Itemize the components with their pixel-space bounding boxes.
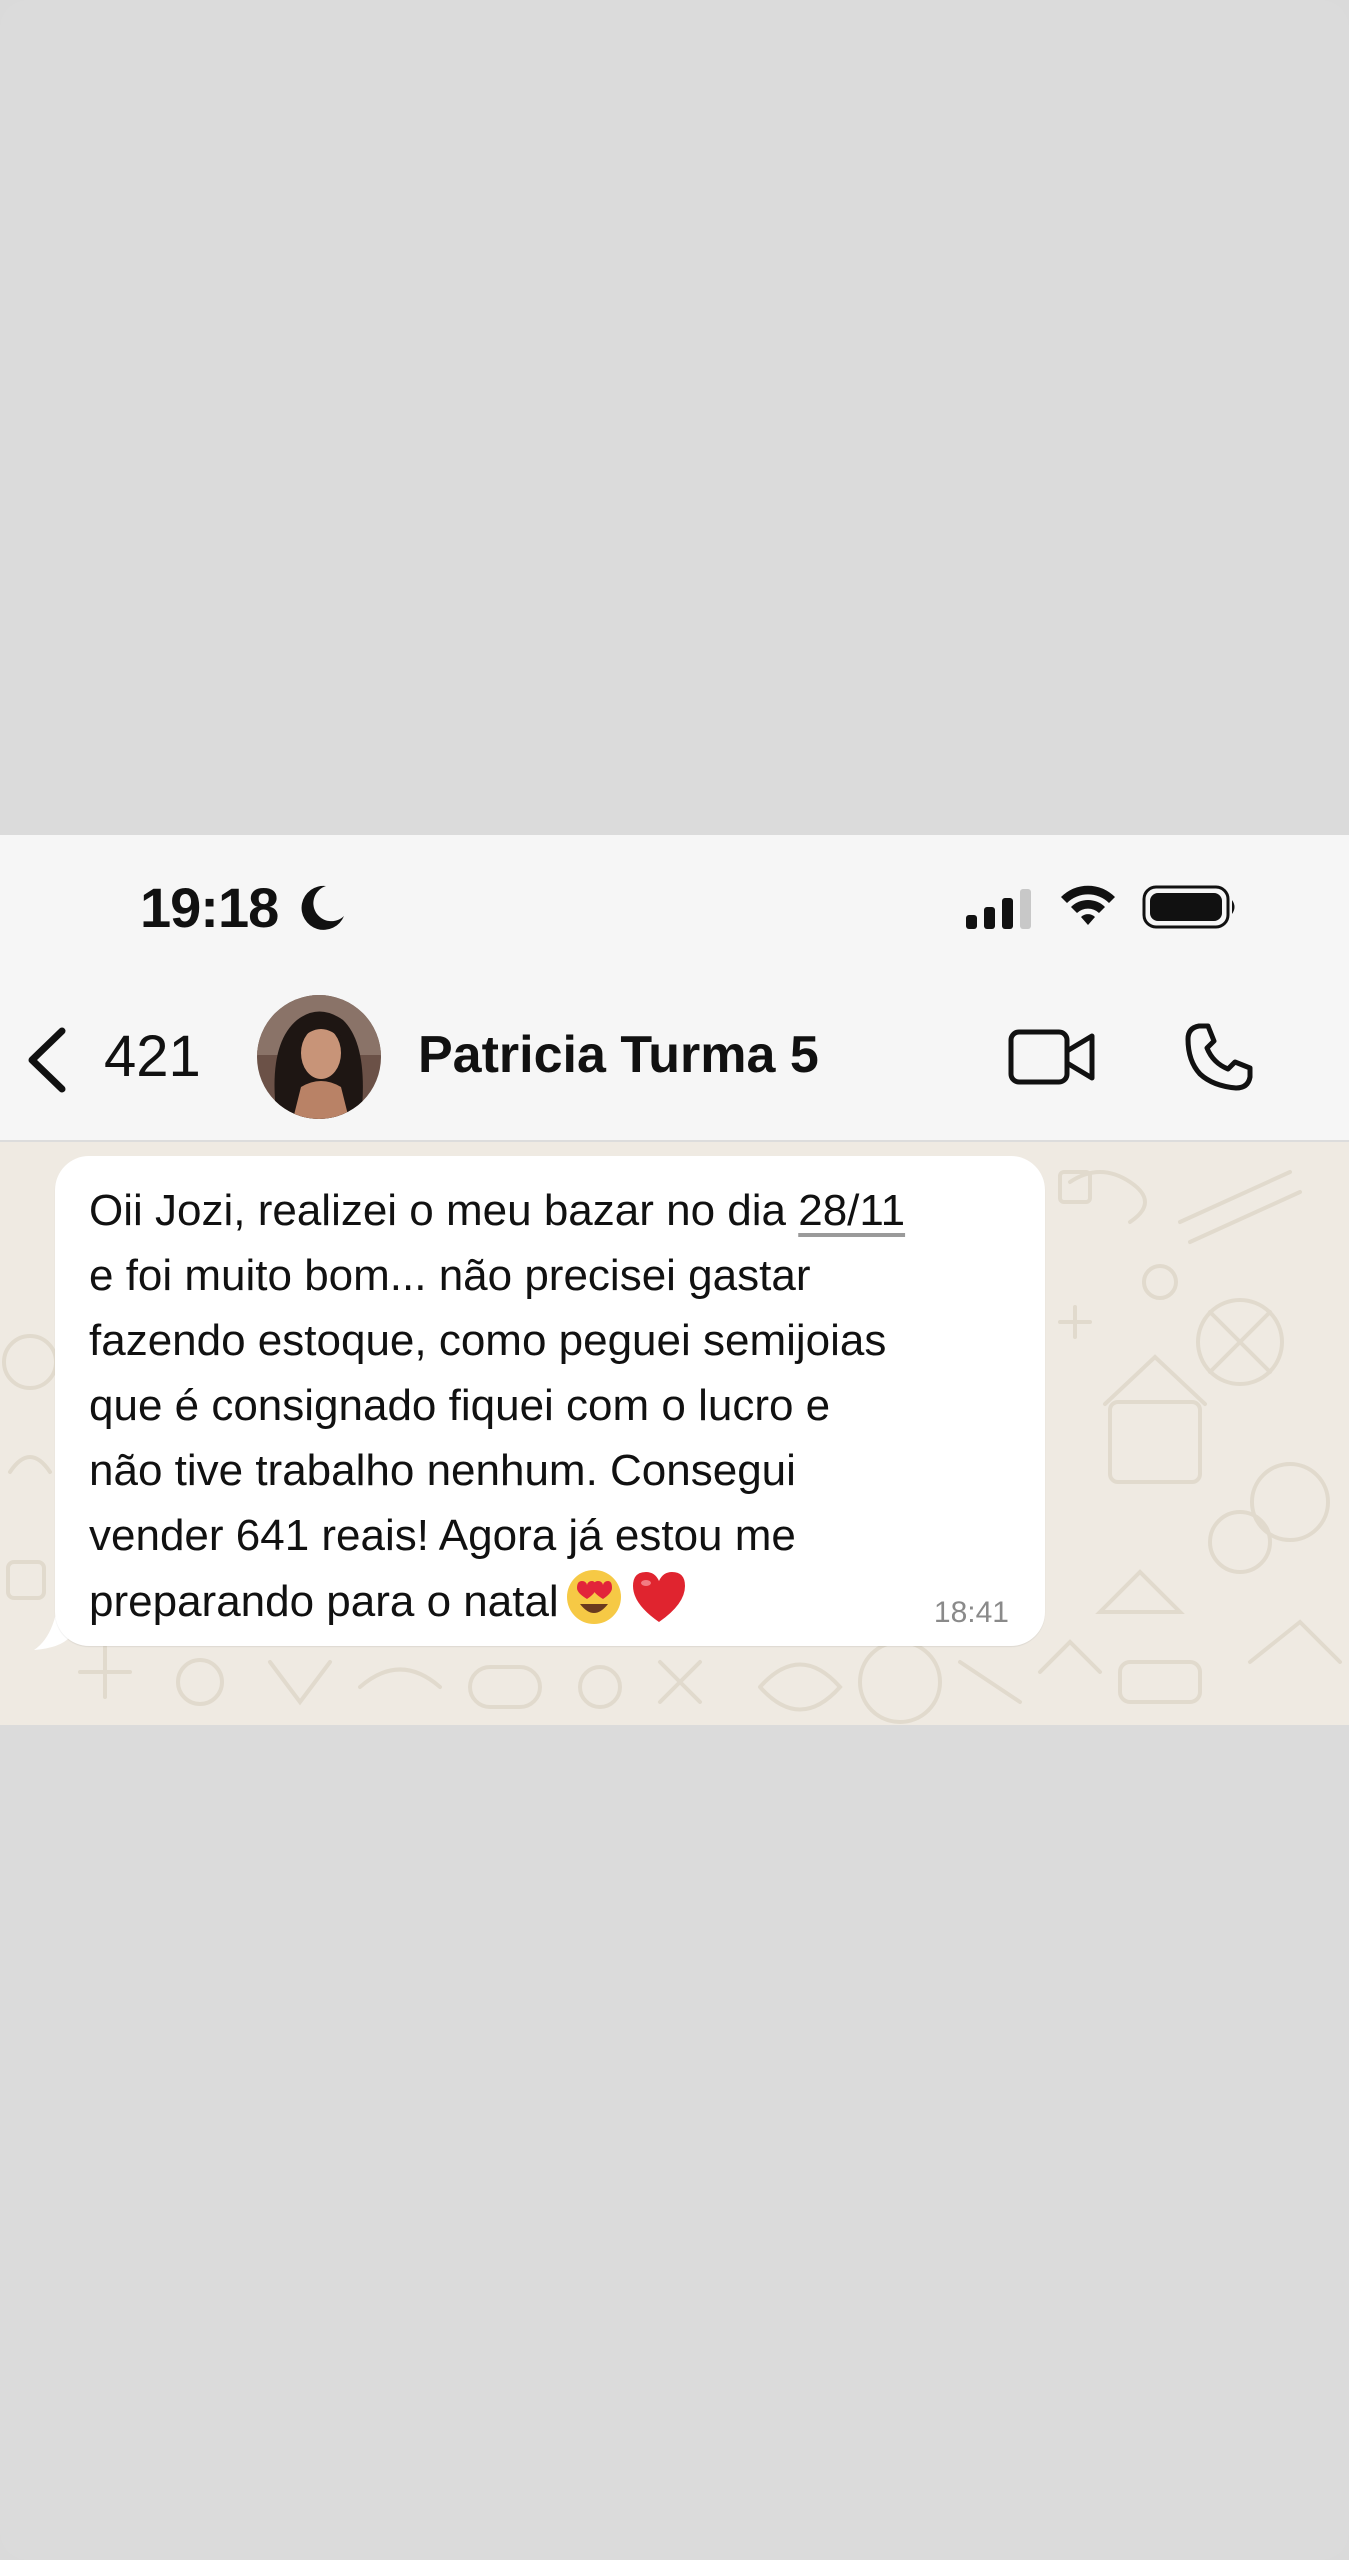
- red-heart-icon: [629, 1568, 689, 1644]
- smiling-face-with-heart-eyes-icon: [565, 1568, 623, 1644]
- wifi-icon: [1058, 883, 1118, 932]
- status-time: 19:18: [140, 876, 279, 939]
- contact-name[interactable]: Patricia Turma 5: [418, 1025, 819, 1085]
- unread-count[interactable]: 421: [104, 1023, 201, 1090]
- message-text-part: e foi muito bom... não precisei gastar f…: [89, 1251, 887, 1626]
- cellular-signal-icon: [966, 887, 1036, 934]
- message-text: Oii Jozi, realizei o meu bazar no dia 28…: [89, 1178, 1039, 1644]
- battery-icon: [1142, 885, 1238, 934]
- back-button[interactable]: [22, 1025, 70, 1095]
- phone-icon: [1185, 1023, 1253, 1091]
- status-bar: 19:18: [0, 835, 1349, 975]
- incoming-message-bubble[interactable]: Oii Jozi, realizei o meu bazar no dia 28…: [55, 1156, 1045, 1646]
- video-call-button[interactable]: [1008, 1027, 1096, 1092]
- contact-avatar[interactable]: [257, 995, 381, 1119]
- message-timestamp: 18:41: [933, 1596, 1009, 1629]
- moon-icon: [296, 882, 348, 939]
- voice-call-button[interactable]: [1183, 1021, 1255, 1098]
- video-call-icon: [1008, 1029, 1095, 1085]
- chevron-left-icon: [28, 1027, 66, 1093]
- chat-area[interactable]: Oii Jozi, realizei o meu bazar no dia 28…: [0, 1142, 1349, 1725]
- message-text-part: Oii Jozi, realizei o meu bazar no dia: [89, 1186, 799, 1235]
- whatsapp-chat-screenshot: 19:18 421 Patricia Turma 5 Oii Jozi, rea…: [0, 835, 1349, 1725]
- date-link[interactable]: 28/11: [798, 1186, 905, 1235]
- chat-header: 421 Patricia Turma 5: [0, 975, 1349, 1142]
